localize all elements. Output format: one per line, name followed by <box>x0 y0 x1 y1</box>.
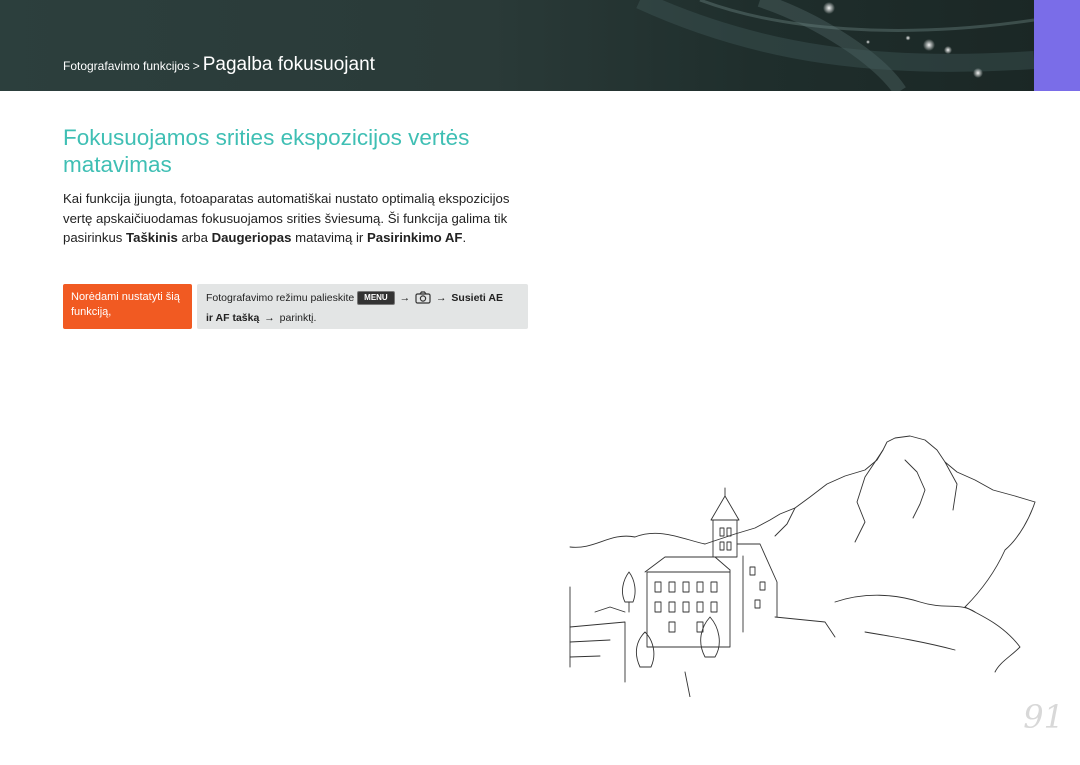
howto-line-1: Fotografavimo režimu palieskite MENU → →… <box>206 290 519 310</box>
section-paragraph: Kai funkcija įjungta, fotoaparatas autom… <box>63 189 533 248</box>
menu-key-icon: MENU <box>357 291 395 305</box>
arrow-icon: → <box>399 292 411 304</box>
village-illustration <box>569 435 1036 697</box>
option-ir-af-taska: ir AF tašką <box>206 312 260 324</box>
howto-prefix: Fotografavimo režimu palieskite <box>206 292 355 304</box>
chapter-tab <box>1034 0 1080 91</box>
breadcrumb: Fotografavimo funkcijos > Pagalba fokusu… <box>63 54 375 76</box>
howto-suffix: parinktį. <box>279 312 317 324</box>
breadcrumb-current: Pagalba fokusuojant <box>202 54 375 75</box>
header-decoration <box>636 0 1035 91</box>
option-pasirinkimo-af: Pasirinkimo AF <box>366 230 463 245</box>
camera-icon <box>415 291 431 310</box>
page-number: 91 <box>1023 698 1064 736</box>
page-header: Fotografavimo funkcijos > Pagalba fokusu… <box>0 0 1080 91</box>
paragraph-text: . <box>462 230 467 245</box>
arrow-icon: → <box>435 292 447 304</box>
option-taskinis: Taškinis <box>126 230 178 245</box>
option-susieti-ae: Susieti AE <box>451 292 503 304</box>
paragraph-text: arba <box>177 230 212 245</box>
option-daugeriopas: Daugeriopas <box>211 230 292 245</box>
howto-label: Norėdami nustatyti šią funkciją, <box>63 284 192 329</box>
section-title: Fokusuojamos srities ekspozicijos vertės… <box>63 125 470 177</box>
breadcrumb-separator: > <box>192 59 200 73</box>
howto-instructions: Fotografavimo režimu palieskite MENU → →… <box>197 284 528 329</box>
arrow-icon: → <box>264 312 275 324</box>
howto-line-2: ir AF tašką → parinktį. <box>206 310 519 327</box>
breadcrumb-section: Fotografavimo funkcijos <box>63 59 190 73</box>
paragraph-text: matavimą ir <box>291 230 367 245</box>
